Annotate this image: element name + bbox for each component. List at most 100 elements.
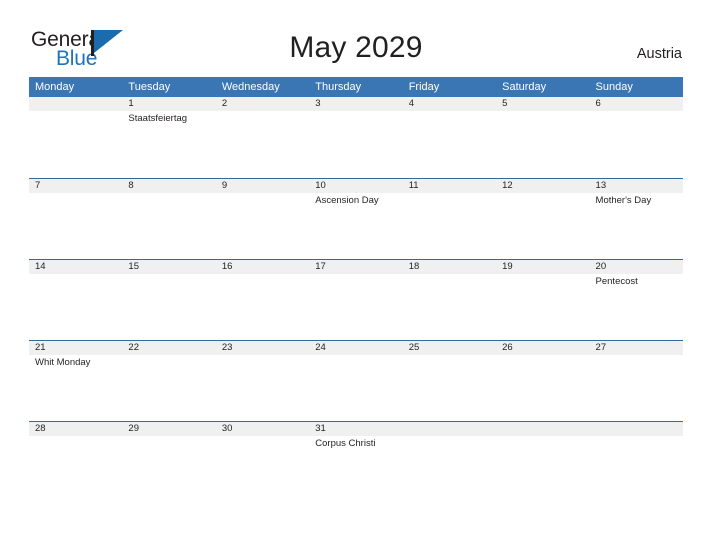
weekday-header-monday: Monday xyxy=(35,81,75,93)
day-cell[interactable] xyxy=(29,111,122,177)
week-day-numbers: 7 8 9 10 11 12 13 xyxy=(29,179,683,193)
weekday-header-row: Monday Tuesday Wednesday Thursday Friday… xyxy=(29,77,683,97)
day-number[interactable]: 19 xyxy=(496,260,589,274)
day-number[interactable]: 11 xyxy=(403,179,496,193)
calendar-week-row: 28 29 30 31 Corpus Christi xyxy=(29,421,683,502)
day-cell[interactable] xyxy=(590,436,683,502)
day-cell[interactable] xyxy=(216,436,309,502)
week-day-bodies: Whit Monday xyxy=(29,355,683,421)
week-day-numbers: 1 2 3 4 5 6 xyxy=(29,97,683,111)
day-cell[interactable] xyxy=(403,436,496,502)
day-cell[interactable] xyxy=(309,111,402,177)
day-cell[interactable]: Ascension Day xyxy=(309,193,402,259)
calendar-week-row: 14 15 16 17 18 19 20 Pentecost xyxy=(29,259,683,340)
day-number[interactable]: 7 xyxy=(29,179,122,193)
calendar-week-row: 1 2 3 4 5 6 Staatsfeiertag xyxy=(29,97,683,178)
weekday-header-tuesday: Tuesday xyxy=(128,81,171,93)
day-number[interactable] xyxy=(496,422,589,436)
event-label: Whit Monday xyxy=(35,357,91,368)
day-cell[interactable] xyxy=(29,193,122,259)
day-number[interactable]: 1 xyxy=(122,97,215,111)
day-cell[interactable] xyxy=(216,274,309,340)
day-cell[interactable] xyxy=(122,193,215,259)
day-number[interactable]: 21 xyxy=(29,341,122,355)
day-cell[interactable] xyxy=(496,274,589,340)
day-number[interactable]: 6 xyxy=(590,97,683,111)
day-number[interactable]: 26 xyxy=(496,341,589,355)
day-number[interactable]: 18 xyxy=(403,260,496,274)
event-label: Corpus Christi xyxy=(315,438,376,449)
day-number[interactable]: 29 xyxy=(122,422,215,436)
day-number[interactable]: 13 xyxy=(590,179,683,193)
day-cell[interactable] xyxy=(309,274,402,340)
weekday-header-sunday: Sunday xyxy=(595,81,633,93)
day-cell[interactable] xyxy=(216,111,309,177)
day-cell[interactable] xyxy=(122,355,215,421)
day-number[interactable]: 27 xyxy=(590,341,683,355)
day-cell[interactable] xyxy=(403,193,496,259)
day-cell[interactable] xyxy=(122,274,215,340)
day-cell[interactable] xyxy=(122,436,215,502)
day-number[interactable]: 14 xyxy=(29,260,122,274)
week-day-bodies: Ascension Day Mother's Day xyxy=(29,193,683,259)
week-day-numbers: 14 15 16 17 18 19 20 xyxy=(29,260,683,274)
week-day-bodies: Pentecost xyxy=(29,274,683,340)
day-number[interactable]: 17 xyxy=(309,260,402,274)
day-cell[interactable] xyxy=(309,355,402,421)
day-number[interactable] xyxy=(403,422,496,436)
day-cell[interactable]: Corpus Christi xyxy=(309,436,402,502)
day-number[interactable]: 16 xyxy=(216,260,309,274)
week-day-numbers: 28 29 30 31 xyxy=(29,422,683,436)
week-day-bodies: Corpus Christi xyxy=(29,436,683,502)
day-cell[interactable] xyxy=(403,111,496,177)
event-label: Pentecost xyxy=(595,276,638,287)
day-number[interactable]: 5 xyxy=(496,97,589,111)
day-cell[interactable]: Staatsfeiertag xyxy=(122,111,215,177)
day-cell[interactable] xyxy=(216,355,309,421)
day-number[interactable]: 4 xyxy=(403,97,496,111)
day-cell[interactable]: Mother's Day xyxy=(590,193,683,259)
day-cell[interactable] xyxy=(29,274,122,340)
day-cell[interactable]: Whit Monday xyxy=(29,355,122,421)
day-number[interactable]: 15 xyxy=(122,260,215,274)
event-label: Staatsfeiertag xyxy=(128,113,188,124)
calendar-week-row: 7 8 9 10 11 12 13 Ascension Day Mother's… xyxy=(29,178,683,259)
day-number[interactable]: 3 xyxy=(309,97,402,111)
event-label: Mother's Day xyxy=(595,195,652,206)
day-number[interactable]: 23 xyxy=(216,341,309,355)
day-cell[interactable] xyxy=(590,355,683,421)
day-number[interactable]: 8 xyxy=(122,179,215,193)
day-cell[interactable] xyxy=(403,274,496,340)
day-number[interactable]: 25 xyxy=(403,341,496,355)
day-cell[interactable] xyxy=(496,355,589,421)
day-number[interactable]: 9 xyxy=(216,179,309,193)
day-number[interactable] xyxy=(590,422,683,436)
weekday-header-saturday: Saturday xyxy=(502,81,547,93)
weekday-header-thursday: Thursday xyxy=(315,81,362,93)
day-cell[interactable] xyxy=(403,355,496,421)
day-number[interactable]: 12 xyxy=(496,179,589,193)
region-label: Austria xyxy=(636,46,682,62)
day-cell[interactable] xyxy=(496,193,589,259)
calendar-grid: Monday Tuesday Wednesday Thursday Friday… xyxy=(29,77,683,502)
day-cell[interactable] xyxy=(496,436,589,502)
day-number[interactable]: 10 xyxy=(309,179,402,193)
day-cell[interactable]: Pentecost xyxy=(590,274,683,340)
day-number[interactable] xyxy=(29,97,122,111)
calendar-week-row: 21 22 23 24 25 26 27 Whit Monday xyxy=(29,340,683,421)
day-number[interactable]: 22 xyxy=(122,341,215,355)
day-cell[interactable] xyxy=(216,193,309,259)
day-number[interactable]: 2 xyxy=(216,97,309,111)
page-header: General Blue May 2029 Austria xyxy=(0,0,712,76)
day-number[interactable]: 28 xyxy=(29,422,122,436)
weekday-header-friday: Friday xyxy=(408,81,440,93)
day-number[interactable]: 30 xyxy=(216,422,309,436)
day-cell[interactable] xyxy=(496,111,589,177)
day-cell[interactable] xyxy=(590,111,683,177)
day-number[interactable]: 31 xyxy=(309,422,402,436)
event-label: Ascension Day xyxy=(315,195,379,206)
page-title: May 2029 xyxy=(289,31,423,64)
day-number[interactable]: 24 xyxy=(309,341,402,355)
day-number[interactable]: 20 xyxy=(590,260,683,274)
day-cell[interactable] xyxy=(29,436,122,502)
